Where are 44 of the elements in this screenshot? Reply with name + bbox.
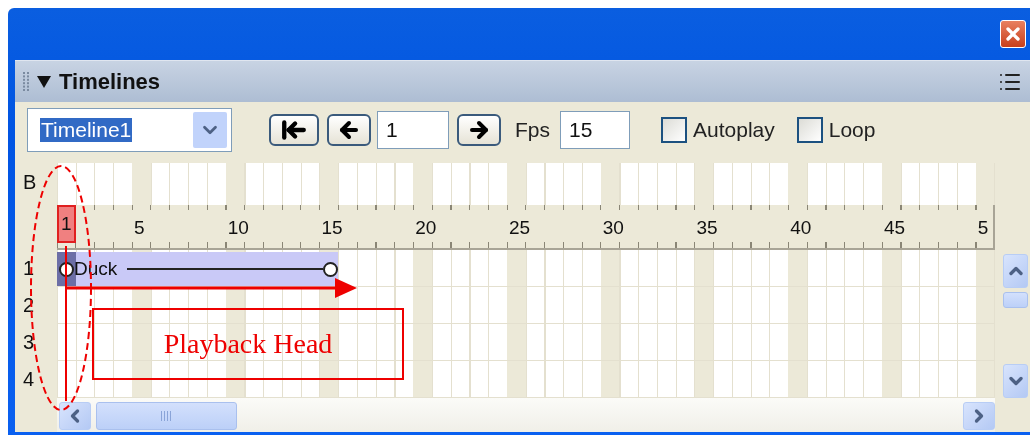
scroll-down-button[interactable] — [1003, 364, 1028, 398]
frame-field[interactable]: 1 — [377, 111, 449, 149]
frame-number: 10 — [227, 217, 249, 239]
panel-title: Timelines — [59, 68, 161, 95]
frame-number: 5 — [977, 217, 989, 239]
keyframe-icon[interactable] — [323, 261, 339, 277]
channel-number: 4 — [23, 367, 36, 392]
close-button[interactable] — [1000, 20, 1026, 48]
frame-number: 5 — [134, 217, 145, 239]
arrow-to-start-icon — [281, 117, 307, 143]
checkbox-label: Loop — [828, 118, 876, 142]
checkbox[interactable] — [661, 117, 687, 143]
playback-head[interactable]: 1 — [57, 205, 76, 243]
scroll-up-button[interactable] — [1003, 254, 1028, 288]
close-icon — [1003, 24, 1023, 44]
sprite-bar[interactable]: Duck — [57, 252, 339, 286]
frame-number: 30 — [602, 217, 624, 239]
scroll-thumb[interactable] — [1003, 292, 1028, 308]
behaviors-channel-label: B — [23, 169, 38, 194]
scroll-thumb[interactable] — [96, 402, 237, 430]
frame-number: 45 — [884, 217, 906, 239]
previous-frame-button[interactable] — [327, 114, 371, 146]
channel-number: 3 — [23, 330, 36, 355]
grip-icon[interactable] — [23, 71, 29, 92]
fps-label: Fps — [515, 118, 550, 142]
frame-number: 20 — [415, 217, 437, 239]
checkbox-label: Autoplay — [693, 118, 775, 142]
fps-field[interactable]: 15 — [560, 111, 630, 149]
annotation-callout: Playback Head — [92, 308, 404, 380]
channel-number: 1 — [23, 256, 36, 281]
collapse-triangle-icon[interactable] — [37, 75, 51, 88]
next-frame-button[interactable] — [457, 114, 501, 146]
frame-number: 25 — [509, 217, 531, 239]
arrow-right-icon — [467, 118, 491, 142]
scroll-left-button[interactable] — [59, 402, 91, 430]
frame-number: 35 — [696, 217, 718, 239]
first-frame-button[interactable] — [269, 114, 319, 146]
grip-icon — [160, 411, 173, 421]
sprite-name: Duck — [74, 258, 118, 280]
frame-number: 40 — [790, 217, 812, 239]
timeline-select[interactable]: Timeline1 — [27, 108, 232, 152]
checkbox[interactable] — [796, 117, 823, 143]
frame-number: 15 — [321, 217, 343, 239]
scroll-right-button[interactable] — [962, 402, 995, 430]
